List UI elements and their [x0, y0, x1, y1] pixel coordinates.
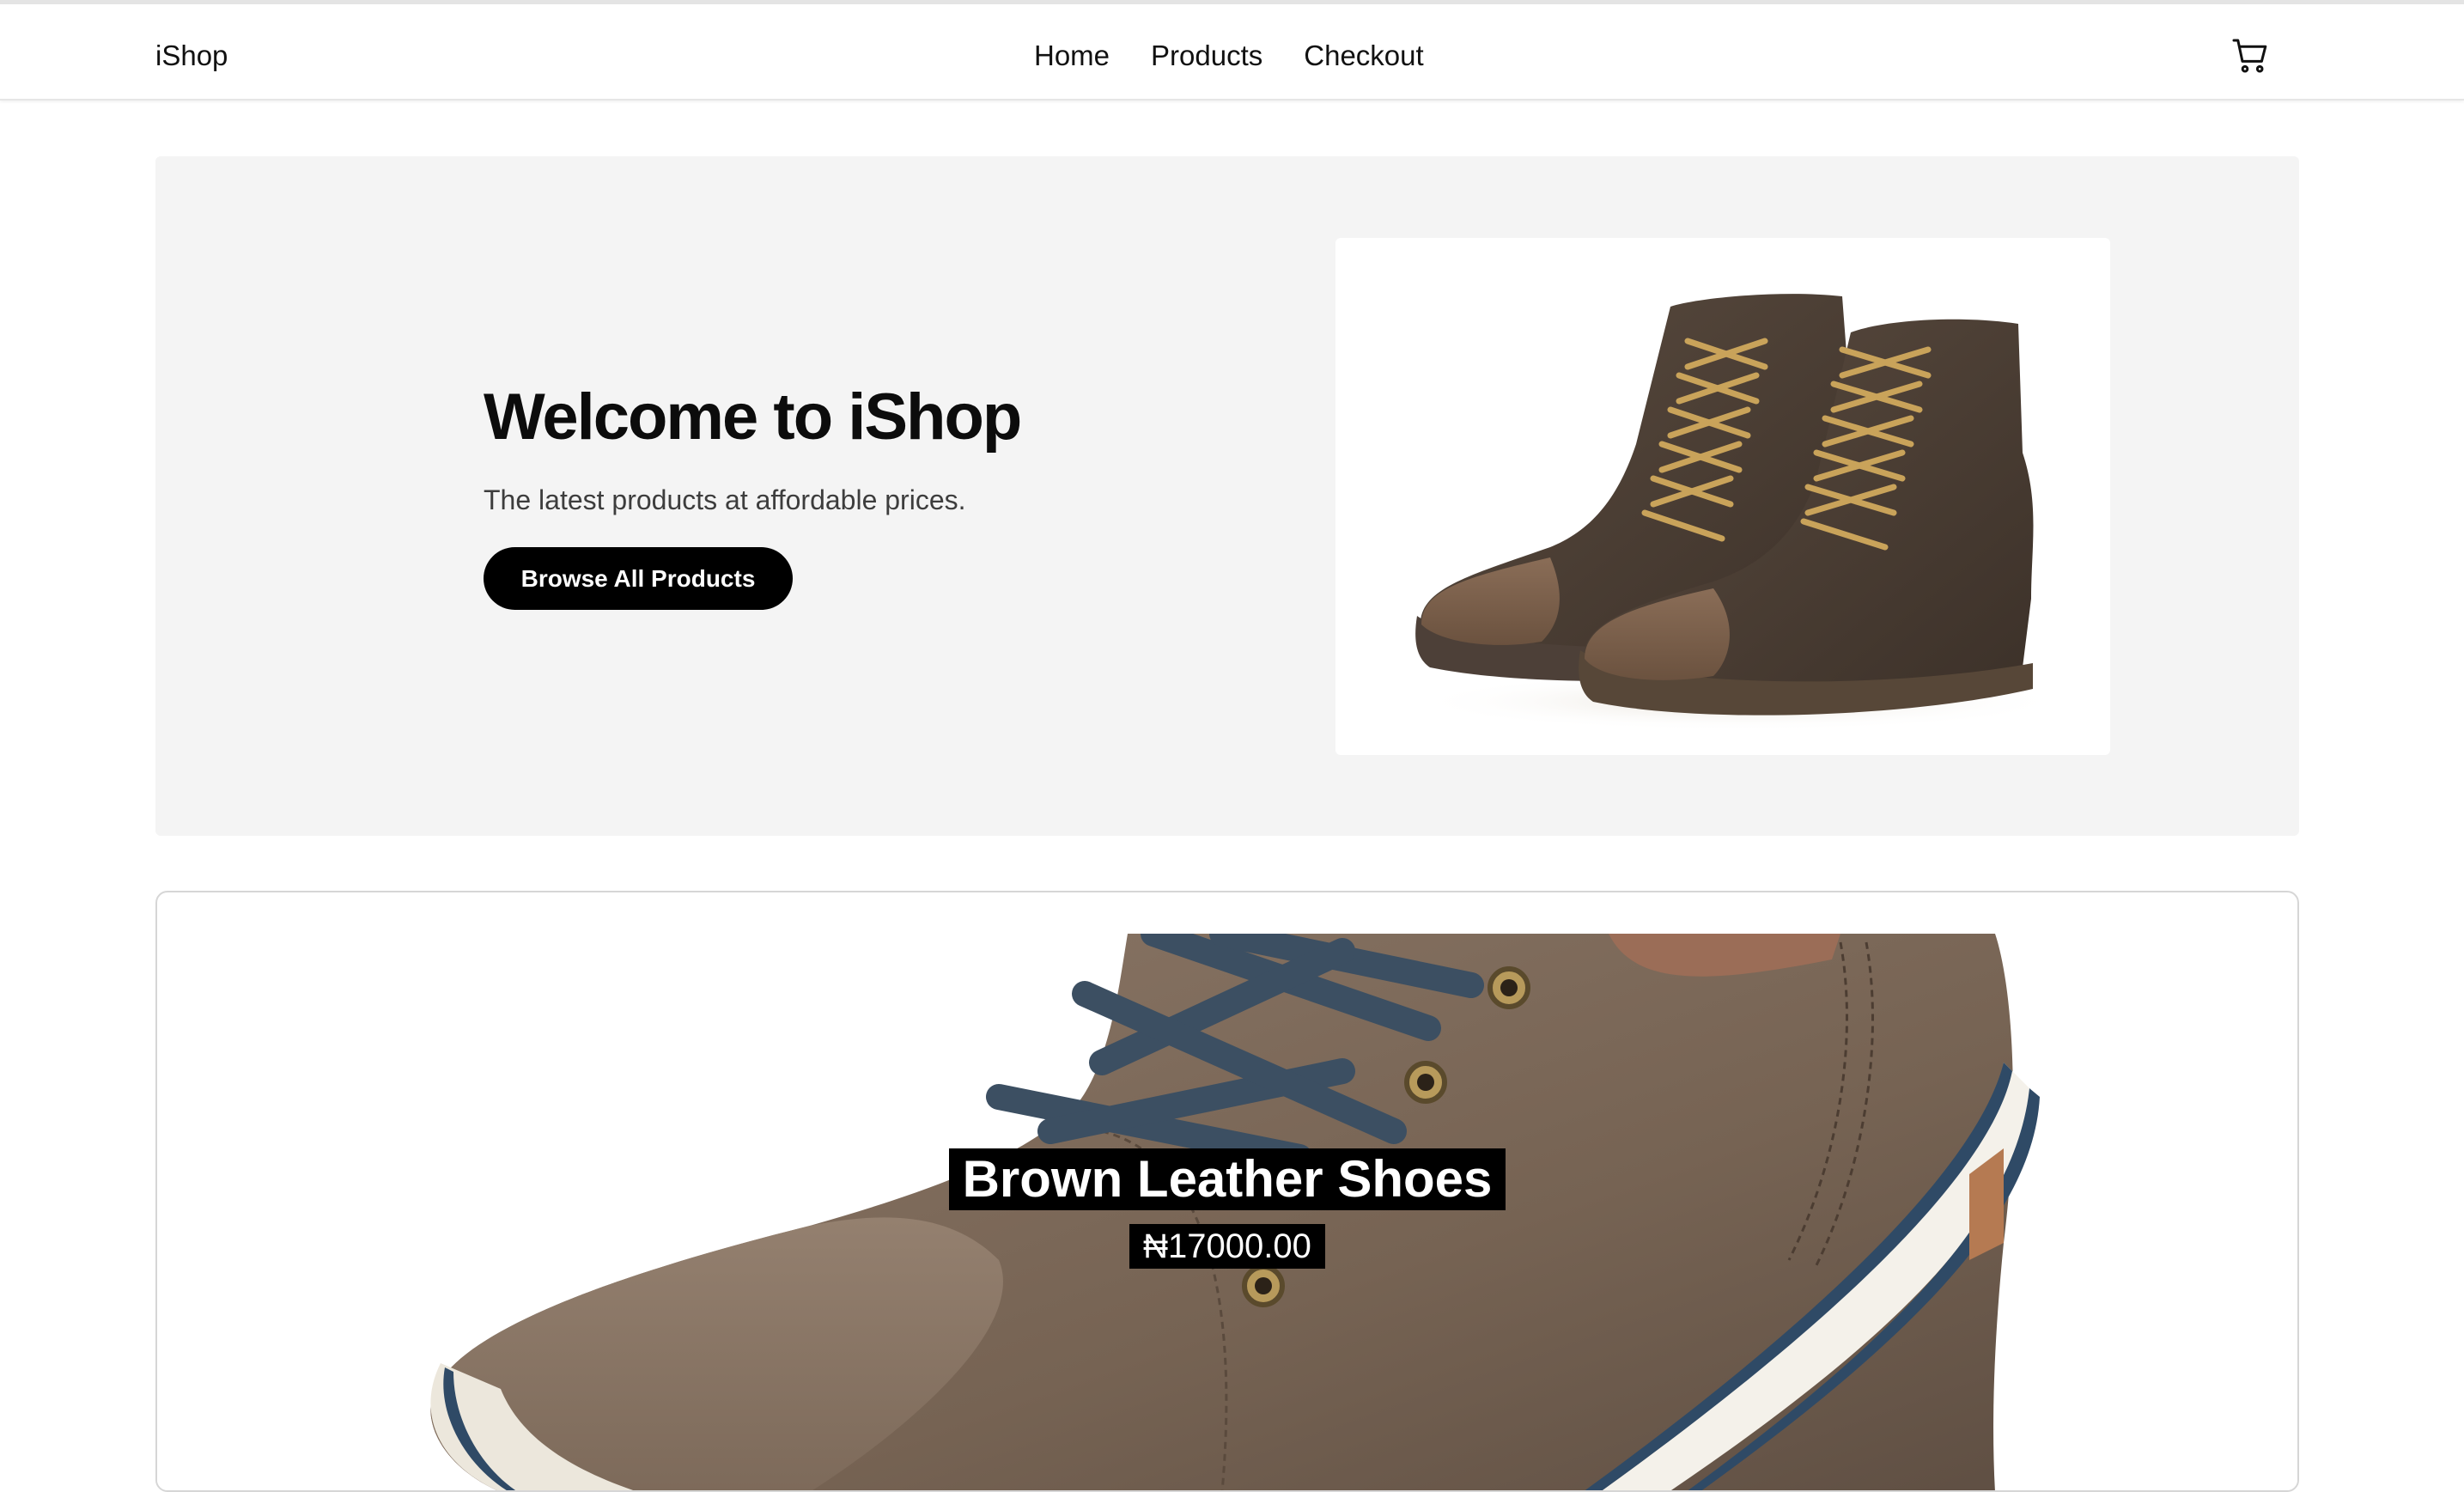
product-name[interactable]: Brown Leather Shoes — [157, 1148, 2297, 1210]
cart-button[interactable] — [2230, 35, 2271, 76]
product-card[interactable]: Brown Leather Shoes ₦17000.00 — [155, 891, 2299, 1492]
shopping-cart-icon — [2232, 39, 2267, 73]
page: iShop Home Products Checkout Welcome to … — [0, 0, 2464, 1492]
hero-banner: Welcome to iShop The latest products at … — [155, 156, 2299, 836]
nav-link-checkout[interactable]: Checkout — [1304, 35, 1423, 76]
hero-product-image — [1335, 238, 2110, 755]
browse-all-products-button[interactable]: Browse All Products — [484, 547, 793, 610]
nav-link-products[interactable]: Products — [1151, 35, 1262, 76]
nav-link-home[interactable]: Home — [1034, 35, 1110, 76]
product-price: ₦17000.00 — [157, 1224, 2297, 1269]
main-nav: Home Products Checkout — [1034, 35, 1424, 76]
brand-logo-link[interactable]: iShop — [155, 35, 228, 76]
product-image — [157, 934, 2297, 1490]
hero-title: Welcome to iShop — [484, 381, 1022, 454]
hero-subtitle: The latest products at affordable prices… — [484, 484, 966, 515]
product-price-text: ₦17000.00 — [1129, 1224, 1325, 1269]
site-header: iShop Home Products Checkout — [0, 0, 2464, 100]
product-name-text: Brown Leather Shoes — [948, 1148, 1506, 1210]
